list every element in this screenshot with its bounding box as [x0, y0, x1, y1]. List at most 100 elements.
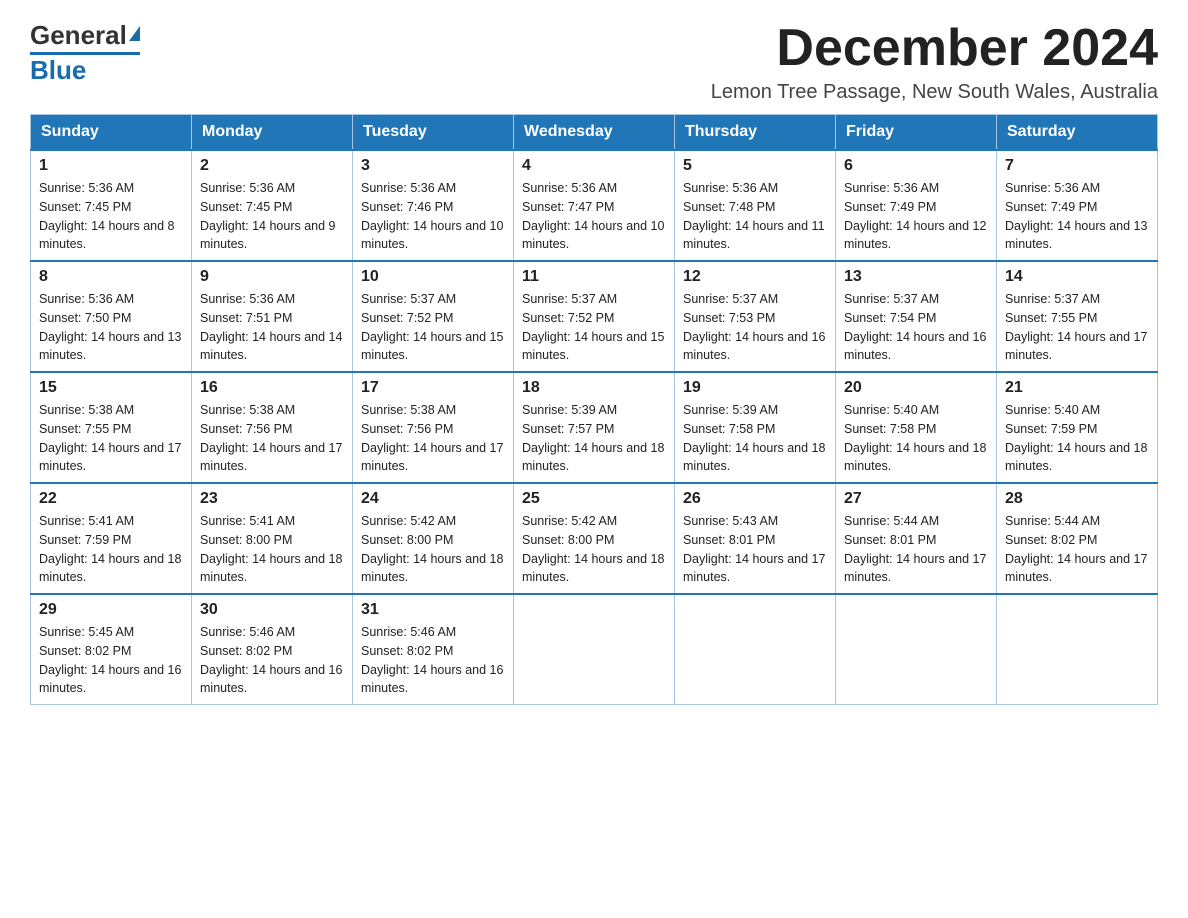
logo-triangle-icon	[129, 26, 140, 41]
calendar-cell: 12 Sunrise: 5:37 AMSunset: 7:53 PMDayligh…	[675, 261, 836, 372]
day-number: 9	[200, 268, 344, 286]
day-info: Sunrise: 5:37 AMSunset: 7:53 PMDaylight:…	[683, 292, 825, 362]
day-number: 23	[200, 490, 344, 508]
weekday-header-tuesday: Tuesday	[353, 115, 514, 151]
day-number: 3	[361, 157, 505, 175]
day-info: Sunrise: 5:37 AMSunset: 7:54 PMDaylight:…	[844, 292, 986, 362]
calendar-cell: 8 Sunrise: 5:36 AMSunset: 7:50 PMDaylight…	[31, 261, 192, 372]
day-number: 25	[522, 490, 666, 508]
day-number: 21	[1005, 379, 1149, 397]
weekday-header-sunday: Sunday	[31, 115, 192, 151]
day-info: Sunrise: 5:41 AMSunset: 7:59 PMDaylight:…	[39, 514, 181, 584]
day-number: 15	[39, 379, 183, 397]
calendar-cell: 1 Sunrise: 5:36 AMSunset: 7:45 PMDaylight…	[31, 150, 192, 261]
day-info: Sunrise: 5:40 AMSunset: 7:58 PMDaylight:…	[844, 403, 986, 473]
week-row-4: 22 Sunrise: 5:41 AMSunset: 7:59 PMDayligh…	[31, 483, 1158, 594]
calendar-cell: 15 Sunrise: 5:38 AMSunset: 7:55 PMDayligh…	[31, 372, 192, 483]
day-number: 4	[522, 157, 666, 175]
calendar-cell: 17Sunrise: 5:38 AMSunset: 7:56 PMDayligh…	[353, 372, 514, 483]
day-number: 30	[200, 601, 344, 619]
weekday-header-thursday: Thursday	[675, 115, 836, 151]
day-info: Sunrise: 5:40 AMSunset: 7:59 PMDaylight:…	[1005, 403, 1147, 473]
day-info: Sunrise: 5:44 AMSunset: 8:01 PMDaylight:…	[844, 514, 986, 584]
day-info: Sunrise: 5:36 AMSunset: 7:49 PMDaylight:…	[1005, 181, 1147, 251]
calendar-cell	[836, 594, 997, 705]
weekday-header-monday: Monday	[192, 115, 353, 151]
calendar-cell: 31 Sunrise: 5:46 AMSunset: 8:02 PMDayligh…	[353, 594, 514, 705]
logo: General Blue	[30, 20, 140, 86]
calendar-cell: 22 Sunrise: 5:41 AMSunset: 7:59 PMDayligh…	[31, 483, 192, 594]
logo-general-text: General	[30, 20, 127, 51]
weekday-header-friday: Friday	[836, 115, 997, 151]
weekday-header-row: SundayMondayTuesdayWednesdayThursdayFrid…	[31, 115, 1158, 151]
day-number: 1	[39, 157, 183, 175]
day-info: Sunrise: 5:36 AMSunset: 7:46 PMDaylight:…	[361, 181, 503, 251]
calendar-cell: 4 Sunrise: 5:36 AMSunset: 7:47 PMDaylight…	[514, 150, 675, 261]
day-info: Sunrise: 5:36 AMSunset: 7:45 PMDaylight:…	[39, 181, 175, 251]
day-number: 28	[1005, 490, 1149, 508]
calendar-cell: 16Sunrise: 5:38 AMSunset: 7:56 PMDayligh…	[192, 372, 353, 483]
day-number: 13	[844, 268, 988, 286]
day-number: 26	[683, 490, 827, 508]
day-number: 31	[361, 601, 505, 619]
day-info: Sunrise: 5:37 AMSunset: 7:52 PMDaylight:…	[361, 292, 503, 362]
logo-blue-text: Blue	[30, 55, 86, 85]
calendar-cell: 6Sunrise: 5:36 AMSunset: 7:49 PMDaylight…	[836, 150, 997, 261]
day-info: Sunrise: 5:41 AMSunset: 8:00 PMDaylight:…	[200, 514, 342, 584]
calendar-cell: 11 Sunrise: 5:37 AMSunset: 7:52 PMDayligh…	[514, 261, 675, 372]
calendar-cell: 23 Sunrise: 5:41 AMSunset: 8:00 PMDayligh…	[192, 483, 353, 594]
calendar-cell: 27 Sunrise: 5:44 AMSunset: 8:01 PMDayligh…	[836, 483, 997, 594]
day-info: Sunrise: 5:39 AMSunset: 7:57 PMDaylight:…	[522, 403, 664, 473]
day-number: 11	[522, 268, 666, 286]
day-number: 22	[39, 490, 183, 508]
day-info: Sunrise: 5:36 AMSunset: 7:47 PMDaylight:…	[522, 181, 664, 251]
day-info: Sunrise: 5:43 AMSunset: 8:01 PMDaylight:…	[683, 514, 825, 584]
page-header: General Blue December 2024 Lemon Tree Pa…	[30, 20, 1158, 104]
calendar-cell: 24 Sunrise: 5:42 AMSunset: 8:00 PMDayligh…	[353, 483, 514, 594]
day-number: 24	[361, 490, 505, 508]
day-info: Sunrise: 5:36 AMSunset: 7:51 PMDaylight:…	[200, 292, 342, 362]
calendar-cell: 20Sunrise: 5:40 AMSunset: 7:58 PMDayligh…	[836, 372, 997, 483]
calendar-cell	[997, 594, 1158, 705]
location-subtitle: Lemon Tree Passage, New South Wales, Aus…	[711, 81, 1158, 104]
day-info: Sunrise: 5:37 AMSunset: 7:55 PMDaylight:…	[1005, 292, 1147, 362]
calendar-cell: 30 Sunrise: 5:46 AMSunset: 8:02 PMDayligh…	[192, 594, 353, 705]
month-year-title: December 2024	[711, 20, 1158, 77]
calendar-cell: 29Sunrise: 5:45 AMSunset: 8:02 PMDayligh…	[31, 594, 192, 705]
calendar-cell	[675, 594, 836, 705]
day-info: Sunrise: 5:42 AMSunset: 8:00 PMDaylight:…	[361, 514, 503, 584]
calendar-cell: 18Sunrise: 5:39 AMSunset: 7:57 PMDayligh…	[514, 372, 675, 483]
weekday-header-saturday: Saturday	[997, 115, 1158, 151]
day-number: 5	[683, 157, 827, 175]
calendar-cell: 26 Sunrise: 5:43 AMSunset: 8:01 PMDayligh…	[675, 483, 836, 594]
day-info: Sunrise: 5:38 AMSunset: 7:56 PMDaylight:…	[361, 403, 503, 473]
calendar-cell: 14 Sunrise: 5:37 AMSunset: 7:55 PMDayligh…	[997, 261, 1158, 372]
day-number: 12	[683, 268, 827, 286]
calendar-cell	[514, 594, 675, 705]
week-row-3: 15 Sunrise: 5:38 AMSunset: 7:55 PMDayligh…	[31, 372, 1158, 483]
day-number: 10	[361, 268, 505, 286]
day-info: Sunrise: 5:37 AMSunset: 7:52 PMDaylight:…	[522, 292, 664, 362]
day-info: Sunrise: 5:45 AMSunset: 8:02 PMDaylight:…	[39, 625, 181, 695]
day-info: Sunrise: 5:42 AMSunset: 8:00 PMDaylight:…	[522, 514, 664, 584]
day-info: Sunrise: 5:38 AMSunset: 7:55 PMDaylight:…	[39, 403, 181, 473]
day-number: 14	[1005, 268, 1149, 286]
day-info: Sunrise: 5:46 AMSunset: 8:02 PMDaylight:…	[200, 625, 342, 695]
weekday-header-wednesday: Wednesday	[514, 115, 675, 151]
day-info: Sunrise: 5:36 AMSunset: 7:45 PMDaylight:…	[200, 181, 336, 251]
calendar-cell: 25 Sunrise: 5:42 AMSunset: 8:00 PMDayligh…	[514, 483, 675, 594]
calendar-cell: 28 Sunrise: 5:44 AMSunset: 8:02 PMDayligh…	[997, 483, 1158, 594]
calendar-cell: 7Sunrise: 5:36 AMSunset: 7:49 PMDaylight…	[997, 150, 1158, 261]
day-info: Sunrise: 5:44 AMSunset: 8:02 PMDaylight:…	[1005, 514, 1147, 584]
day-info: Sunrise: 5:36 AMSunset: 7:50 PMDaylight:…	[39, 292, 181, 362]
day-info: Sunrise: 5:46 AMSunset: 8:02 PMDaylight:…	[361, 625, 503, 695]
week-row-2: 8 Sunrise: 5:36 AMSunset: 7:50 PMDaylight…	[31, 261, 1158, 372]
week-row-5: 29Sunrise: 5:45 AMSunset: 8:02 PMDayligh…	[31, 594, 1158, 705]
title-area: December 2024 Lemon Tree Passage, New So…	[711, 20, 1158, 104]
calendar-cell: 9 Sunrise: 5:36 AMSunset: 7:51 PMDaylight…	[192, 261, 353, 372]
week-row-1: 1 Sunrise: 5:36 AMSunset: 7:45 PMDaylight…	[31, 150, 1158, 261]
day-number: 27	[844, 490, 988, 508]
day-number: 8	[39, 268, 183, 286]
calendar-cell: 5Sunrise: 5:36 AMSunset: 7:48 PMDaylight…	[675, 150, 836, 261]
day-number: 2	[200, 157, 344, 175]
